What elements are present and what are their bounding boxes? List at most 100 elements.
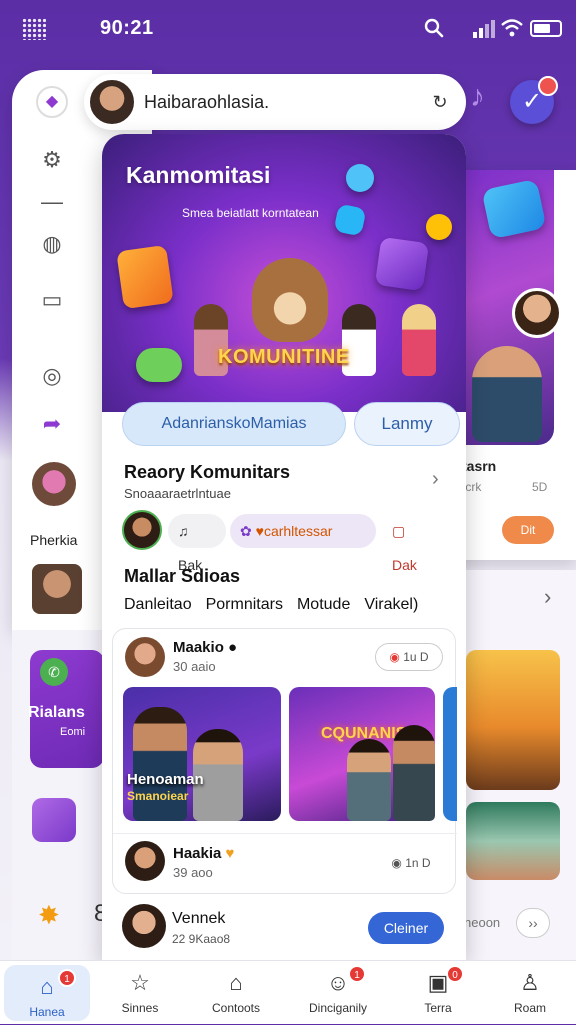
avatar	[512, 288, 562, 338]
thumbnail-image[interactable]	[466, 802, 560, 880]
hero-title: Kanmomitasi	[126, 162, 271, 188]
video-icon[interactable]: ▭	[38, 286, 66, 314]
nav-item-community[interactable]: ☺ Dinciganily 1	[290, 961, 386, 1025]
nav-item-terra[interactable]: ▣ Terra 0	[390, 961, 486, 1025]
section-title: Mallar Sdioas	[124, 566, 241, 586]
record-icon: ◉	[391, 856, 406, 870]
tab[interactable]: Motude	[297, 596, 350, 613]
secondary-pill-button[interactable]: Lanmy	[354, 402, 460, 446]
tab[interactable]: Pormnitars	[206, 596, 283, 613]
side-card-label: tasrn	[462, 458, 497, 474]
person-image	[393, 725, 435, 821]
nav-item-profile[interactable]: ♙ Roam	[482, 961, 576, 1025]
nav-item-home[interactable]: ⌂ Hanea 1	[4, 965, 90, 1021]
gear-icon[interactable]: ⚙	[38, 146, 66, 174]
promo-card-title: Rialans	[28, 704, 85, 721]
nav-label: Dinciganily	[308, 1001, 368, 1015]
hero-banner[interactable]: Kanmomitasi Smea beiatlatt korntatean KO…	[102, 134, 466, 412]
nav-item-contacts[interactable]: ⌂ Contoots	[188, 961, 284, 1025]
primary-pill-button[interactable]: AdanrianskoMamias	[122, 402, 346, 446]
post-time: 30 aaio	[173, 659, 216, 674]
phone-icon: ✆	[40, 658, 68, 686]
avatar[interactable]	[88, 78, 136, 126]
leaf-icon	[136, 348, 182, 382]
battery-icon	[530, 20, 562, 37]
share-icon[interactable]: ➦	[38, 410, 66, 438]
join-button[interactable]: Cleiner	[368, 912, 444, 944]
divider	[113, 833, 457, 834]
user-photo[interactable]	[32, 564, 82, 614]
chevron-right-icon[interactable]: ›	[432, 468, 439, 491]
person-image	[402, 304, 436, 376]
hero-banner-text: KOMUNITINE	[218, 346, 350, 368]
notification-dot	[538, 76, 558, 96]
record-icon: ◉	[389, 650, 404, 664]
side-card-button[interactable]: Dit	[502, 516, 554, 544]
signal-icon	[473, 20, 495, 38]
side-card-sub2: 5D	[532, 480, 548, 494]
chip-doc[interactable]: ▢ Dak	[382, 514, 444, 573]
nav-label: Sinnes	[121, 1001, 159, 1015]
cube-icon	[333, 203, 367, 237]
music-note-icon: ♫	[178, 523, 189, 539]
app-grid-icon[interactable]	[22, 18, 46, 40]
hero-subtitle: Smea beiatlatt korntatean	[182, 206, 319, 220]
user-name: Pherkia	[30, 532, 78, 548]
app-logo-icon[interactable]: ◆	[36, 86, 68, 118]
post-image[interactable]	[443, 687, 457, 821]
avatar[interactable]	[122, 904, 166, 948]
avatar[interactable]	[125, 841, 165, 881]
verified-icon: ●	[228, 639, 238, 656]
heart-icon: ♥	[225, 845, 235, 862]
nav-label: Contoots	[211, 1001, 261, 1015]
promo-card-sub: Eomi	[60, 726, 86, 738]
search-icon[interactable]	[424, 18, 444, 38]
main-card: Kanmomitasi Smea beiatlatt korntatean KO…	[102, 134, 466, 960]
globe-icon[interactable]: ◍	[38, 230, 66, 258]
wifi-icon	[501, 19, 523, 37]
house-outline-icon: ⌂	[229, 970, 243, 995]
person-image	[133, 707, 187, 821]
side-panel-right: › neoon ››	[458, 570, 576, 960]
nav-badge: 0	[446, 965, 464, 983]
chip-community[interactable]: ✿ ♥carhltessar	[230, 514, 376, 548]
fire-icon: ✸	[38, 900, 60, 930]
nav-badge: 1	[348, 965, 366, 983]
person-image	[472, 346, 542, 442]
bubble-icon	[346, 164, 374, 192]
tab[interactable]: Danleitao	[124, 596, 192, 613]
nav-label: Roam	[513, 1001, 546, 1015]
music-note-icon: ♪	[470, 80, 485, 113]
post-action-button[interactable]: ◉ 1u D	[375, 643, 443, 671]
chevron-right-icon[interactable]: ›	[544, 584, 551, 610]
menu-line-icon[interactable]: —	[38, 188, 66, 216]
calendar-icon[interactable]	[32, 798, 76, 842]
user-name: Vennek	[172, 910, 226, 927]
section-subtitle: Snoaaaraetrlntuae	[124, 486, 231, 501]
tab[interactable]: Virakel)	[364, 596, 418, 613]
target-icon[interactable]: ◎	[38, 362, 66, 390]
refresh-icon[interactable]: ↻	[428, 90, 452, 114]
puzzle-icon: ✿	[240, 523, 256, 539]
search-bar[interactable]: ↻	[84, 74, 466, 130]
chip-label: carhltessar	[263, 523, 333, 539]
post-author: Maakio ●	[173, 639, 238, 656]
chip-music[interactable]: ♫ Bak	[168, 514, 226, 573]
search-input[interactable]	[144, 88, 424, 116]
image-caption: Smanoiear	[127, 789, 189, 803]
nav-item-stars[interactable]: ☆ Sinnes	[92, 961, 188, 1025]
avatar[interactable]	[122, 510, 162, 550]
star-icon: ☆	[130, 970, 150, 995]
coin-icon	[426, 214, 452, 240]
avatar[interactable]	[32, 462, 76, 506]
post-action-button[interactable]: ◉ 1n D	[381, 851, 441, 875]
section-title: Reaory Komunitars	[124, 462, 291, 482]
chip-label: Dak	[392, 557, 417, 573]
post-card[interactable]: Maakio ● 30 aaio ◉ 1u D Henoaman Smanoie…	[112, 628, 457, 894]
user-time: 22 9Kaao8	[172, 932, 231, 946]
avatar[interactable]	[125, 637, 165, 677]
nav-label: Terra	[424, 1001, 452, 1015]
side-panel-text: neoon	[464, 915, 501, 930]
thumbnail-image[interactable]	[466, 650, 560, 790]
forward-arrow-icon[interactable]: ››	[516, 908, 550, 938]
